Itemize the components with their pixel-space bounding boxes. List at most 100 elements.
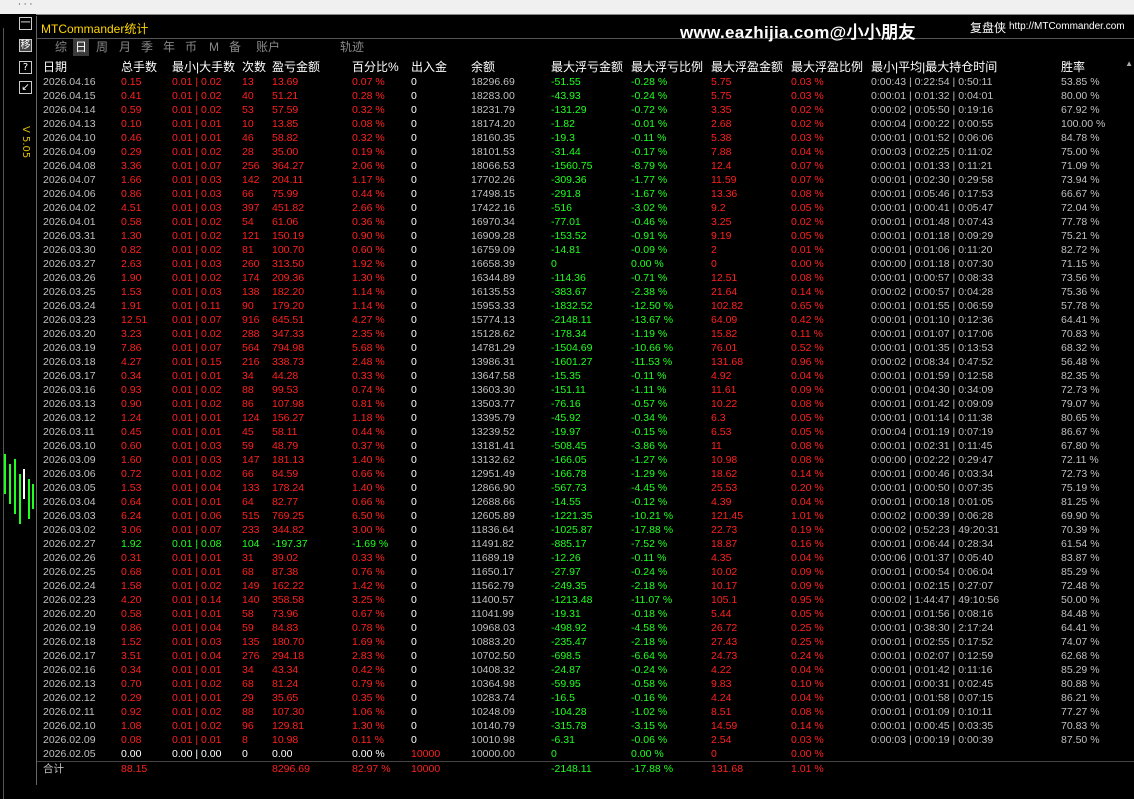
table-row[interactable]: 2026.02.20 0.58 0.01 | 0.01 58 73.96 0.67 % 0 1… xyxy=(37,607,1134,621)
header-total-lots[interactable]: 总手数 xyxy=(121,59,157,75)
table-row[interactable]: 2026.03.19 7.86 0.01 | 0.07 564 794.98 5.68 %… xyxy=(37,341,1134,355)
table-row[interactable]: 2026.02.27 1.92 0.01 | 0.08 104 -197.37 -1.69… xyxy=(37,537,1134,551)
header-balance[interactable]: 余额 xyxy=(471,59,495,75)
header-max-float-profit-pct[interactable]: 最大浮盈比例 xyxy=(791,59,863,75)
table-row[interactable]: 2026.04.08 3.36 0.01 | 0.07 256 364.27 2.06 %… xyxy=(37,159,1134,173)
table-row[interactable]: 2026.03.16 0.93 0.01 | 0.02 88 99.53 0.74 % 0 1… xyxy=(37,383,1134,397)
header-pnl[interactable]: 盈亏金额 xyxy=(272,59,320,75)
table-row[interactable]: 2026.03.23 12.51 0.01 | 0.07 916 645.51 4.27 … xyxy=(37,313,1134,327)
table-row[interactable]: 2026.02.23 4.20 0.01 | 0.14 140 358.58 3.25 %… xyxy=(37,593,1134,607)
cell-hold-time: 0:00:01 | 0:01:52 | 0:06:06 xyxy=(871,132,994,144)
cell-min-max-lots: 0.01 | 0.02 xyxy=(172,104,222,116)
cell-date: 2026.03.24 xyxy=(43,300,96,312)
cell-count: 397 xyxy=(242,202,260,214)
cell-max-float-loss-pct: -0.46 % xyxy=(631,216,668,228)
help-button[interactable]: ? xyxy=(19,61,32,74)
tab-10[interactable]: 轨迹 xyxy=(337,39,367,56)
table-row[interactable]: 2026.02.18 1.52 0.01 | 0.03 135 180.70 1.69 %… xyxy=(37,635,1134,649)
table-row[interactable]: 2026.04.14 0.59 0.01 | 0.02 53 57.59 0.32 % 0 1… xyxy=(37,103,1134,117)
header-date[interactable]: 日期 xyxy=(43,59,67,75)
table-row[interactable]: 2026.03.20 3.23 0.01 | 0.02 288 347.33 2.35 %… xyxy=(37,327,1134,341)
scroll-up-icon[interactable]: ▲ xyxy=(1125,59,1133,68)
tab-7[interactable]: M xyxy=(206,39,222,56)
cell-win-rate: 79.07 % xyxy=(1061,398,1100,410)
cell-max-float-profit: 6.3 xyxy=(711,412,726,424)
table-row[interactable]: 2026.03.13 0.90 0.01 | 0.02 86 107.98 0.81 % 0… xyxy=(37,397,1134,411)
table-row[interactable]: 2026.03.11 0.45 0.01 | 0.01 45 58.11 0.44 % 0 1… xyxy=(37,425,1134,439)
table-row[interactable]: 2026.04.13 0.10 0.01 | 0.01 10 13.85 0.08 % 0 1… xyxy=(37,117,1134,131)
cell-pnl: 209.36 xyxy=(272,272,305,284)
minimize-button[interactable]: 一 xyxy=(19,17,32,30)
cell-max-float-profit: 7.88 xyxy=(711,146,732,158)
resize-button[interactable]: ↙ xyxy=(19,81,32,94)
table-row[interactable]: 2026.03.17 0.34 0.01 | 0.01 34 44.28 0.33 % 0 1… xyxy=(37,369,1134,383)
table-row[interactable]: 2026.03.27 2.63 0.01 | 0.03 260 313.50 1.92 %… xyxy=(37,257,1134,271)
table-row[interactable]: 2026.04.16 0.15 0.01 | 0.02 13 13.69 0.07 % 0 1… xyxy=(37,75,1134,89)
table-row[interactable]: 2026.03.30 0.82 0.01 | 0.02 81 100.70 0.60 % 0… xyxy=(37,243,1134,257)
table-row[interactable]: 2026.02.13 0.70 0.01 | 0.02 68 81.24 0.79 % 0 1… xyxy=(37,677,1134,691)
tab-0[interactable]: 综 xyxy=(53,39,69,56)
table-row[interactable]: 2026.03.06 0.72 0.01 | 0.02 66 84.59 0.66 % 0 1… xyxy=(37,467,1134,481)
header-deposit[interactable]: 出入金 xyxy=(411,59,447,75)
tab-6[interactable]: 币 xyxy=(182,39,200,56)
table-row[interactable]: 2026.02.17 3.51 0.01 | 0.04 276 294.18 2.83 %… xyxy=(37,649,1134,663)
cell-pnl: 35.65 xyxy=(272,692,299,704)
replay-link[interactable]: 复盘侠 xyxy=(970,19,1006,36)
cell-date: 2026.03.04 xyxy=(43,496,96,508)
table-row[interactable]: 2026.03.12 1.24 0.01 | 0.01 124 156.27 1.18 %… xyxy=(37,411,1134,425)
table-row[interactable]: 2026.03.31 1.30 0.01 | 0.02 121 150.19 0.90 %… xyxy=(37,229,1134,243)
table-row[interactable]: 2026.04.02 4.51 0.01 | 0.03 397 451.82 2.66 %… xyxy=(37,201,1134,215)
table-row[interactable]: 2026.04.09 0.29 0.01 | 0.02 28 35.00 0.19 % 0 1… xyxy=(37,145,1134,159)
header-count[interactable]: 次数 xyxy=(242,59,266,75)
table-row[interactable]: 2026.03.09 1.60 0.01 | 0.03 147 181.13 1.40 %… xyxy=(37,453,1134,467)
cell-max-float-profit-pct: 0.01 % xyxy=(791,244,824,256)
table-row[interactable]: 2026.03.03 6.24 0.01 | 0.06 515 769.25 6.50 %… xyxy=(37,509,1134,523)
stats-panel: MTCommander统计 www.eazhijia.com@小小朋友 复盘侠 … xyxy=(36,16,1134,785)
table-row[interactable]: 2026.04.06 0.86 0.01 | 0.03 66 75.99 0.44 % 0 1… xyxy=(37,187,1134,201)
table-row[interactable]: 2026.03.18 4.27 0.01 | 0.15 216 338.73 2.48 %… xyxy=(37,355,1134,369)
header-hold-time[interactable]: 最小|平均|最大持仓时间 xyxy=(871,59,997,75)
cell-percent: 4.27 % xyxy=(352,314,385,326)
table-row[interactable]: 2026.04.10 0.46 0.01 | 0.01 46 58.82 0.32 % 0 1… xyxy=(37,131,1134,145)
table-row[interactable]: 2026.02.05 0.00 0.00 | 0.00 0 0.00 0.00 % 1000… xyxy=(37,747,1134,761)
table-row[interactable]: 2026.02.19 0.86 0.01 | 0.04 59 84.83 0.78 % 0 1… xyxy=(37,621,1134,635)
table-row[interactable]: 2026.03.24 1.91 0.01 | 0.11 90 179.20 1.14 % 0… xyxy=(37,299,1134,313)
header-percent[interactable]: 百分比% xyxy=(352,59,399,75)
table-row[interactable]: 2026.03.05 1.53 0.01 | 0.04 133 178.24 1.40 %… xyxy=(37,481,1134,495)
tab-2[interactable]: 周 xyxy=(93,39,111,56)
table-row[interactable]: 2026.02.24 1.58 0.01 | 0.02 149 162.22 1.42 %… xyxy=(37,579,1134,593)
table-row[interactable]: 2026.03.26 1.90 0.01 | 0.02 174 209.36 1.30 %… xyxy=(37,271,1134,285)
website-link[interactable]: http://MTCommander.com xyxy=(1009,21,1125,32)
cell-count: 59 xyxy=(242,440,254,452)
header-win-rate[interactable]: 胜率 xyxy=(1061,59,1085,75)
tab-5[interactable]: 年 xyxy=(160,39,178,56)
table-row[interactable]: 2026.04.07 1.66 0.01 | 0.03 142 204.11 1.17 %… xyxy=(37,173,1134,187)
table-row[interactable]: 2026.03.25 1.53 0.01 | 0.03 138 182.20 1.14 %… xyxy=(37,285,1134,299)
table-row[interactable]: 2026.02.12 0.29 0.01 | 0.01 29 35.65 0.35 % 0 1… xyxy=(37,691,1134,705)
tab-9[interactable]: 账户 xyxy=(251,39,285,56)
header-max-float-profit[interactable]: 最大浮盈金额 xyxy=(711,59,783,75)
tab-1[interactable]: 日 xyxy=(73,39,89,56)
table-row[interactable]: 2026.02.16 0.34 0.01 | 0.01 34 43.34 0.42 % 0 1… xyxy=(37,663,1134,677)
tab-4[interactable]: 季 xyxy=(138,39,156,56)
table-row[interactable]: 2026.02.26 0.31 0.01 | 0.01 31 39.02 0.33 % 0 1… xyxy=(37,551,1134,565)
table-row[interactable]: 2026.03.10 0.60 0.01 | 0.03 59 48.79 0.37 % 0 1… xyxy=(37,439,1134,453)
table-row[interactable]: 2026.04.15 0.41 0.01 | 0.02 40 51.21 0.28 % 0 1… xyxy=(37,89,1134,103)
cell-date: 2026.02.25 xyxy=(43,566,96,578)
table-row[interactable]: 2026.02.25 0.68 0.01 | 0.01 68 87.38 0.76 % 0 1… xyxy=(37,565,1134,579)
table-row[interactable]: 2026.03.02 3.06 0.01 | 0.07 233 344.82 3.00 %… xyxy=(37,523,1134,537)
cell-min-max-lots: 0.01 | 0.02 xyxy=(172,720,222,732)
tab-8[interactable]: 备 xyxy=(226,39,244,56)
tab-3[interactable]: 月 xyxy=(116,39,134,56)
header-max-float-loss[interactable]: 最大浮亏金额 xyxy=(551,59,623,75)
header-max-float-loss-pct[interactable]: 最大浮亏比例 xyxy=(631,59,703,75)
table-row[interactable]: 2026.02.09 0.08 0.01 | 0.01 8 10.98 0.11 % 0 10… xyxy=(37,733,1134,747)
table-row[interactable]: 2026.04.01 0.58 0.01 | 0.02 54 61.06 0.36 % 0 1… xyxy=(37,215,1134,229)
cell-max-float-profit-pct: 0.05 % xyxy=(791,412,824,424)
move-button[interactable]: 移 xyxy=(19,39,32,52)
table-row[interactable]: 2026.02.11 0.92 0.01 | 0.02 88 107.30 1.06 % 0… xyxy=(37,705,1134,719)
table-row[interactable]: 2026.02.10 1.08 0.01 | 0.02 96 129.81 1.30 % 0… xyxy=(37,719,1134,733)
header-min-max-lots[interactable]: 最小|大手数 xyxy=(172,59,235,75)
cell-pnl: 451.82 xyxy=(272,202,305,214)
table-row[interactable]: 2026.03.04 0.64 0.01 | 0.01 64 82.77 0.66 % 0 1… xyxy=(37,495,1134,509)
